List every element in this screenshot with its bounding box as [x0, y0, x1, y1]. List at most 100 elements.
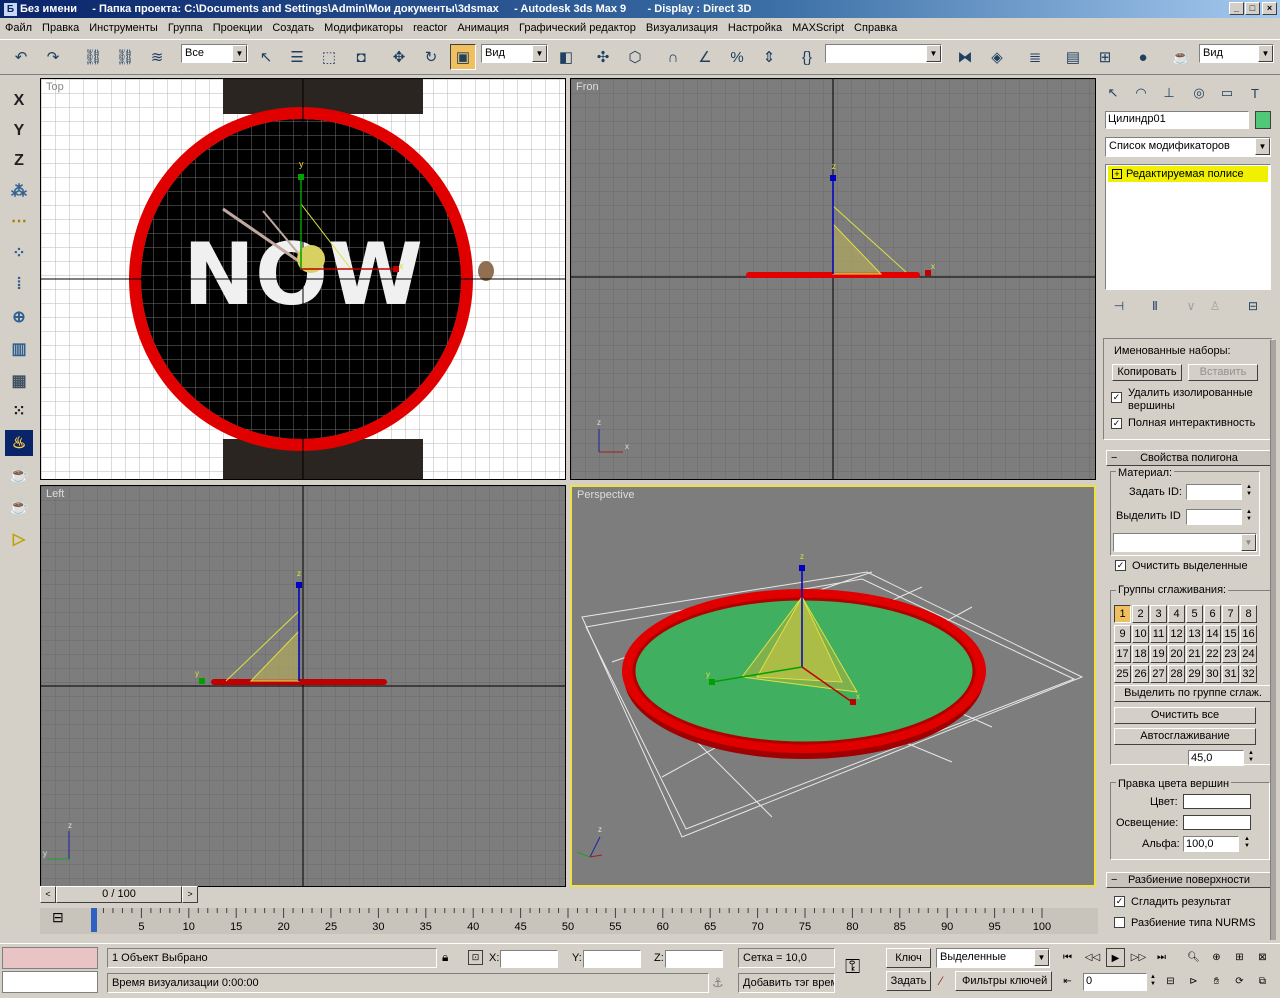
set-id-spinner[interactable]: ▲ ▼ — [1244, 484, 1254, 500]
subdivision-header[interactable]: − Разбиение поверхности — [1106, 872, 1272, 888]
viewport-perspective[interactable]: z y x z Perspective — [570, 485, 1096, 887]
curve-editor-icon[interactable]: ▤ — [1060, 44, 1086, 70]
align-icon[interactable]: ◈ — [984, 44, 1010, 70]
object-name-field[interactable]: Цилиндр01 — [1105, 111, 1249, 129]
hierarchy-icon[interactable]: ⊕ — [5, 304, 33, 330]
menu-edit[interactable]: Правка — [37, 22, 84, 34]
schematic-view-icon[interactable]: ⊞ — [1092, 44, 1118, 70]
smoothing-group-button[interactable]: 31 — [1222, 665, 1239, 683]
autosmooth-button[interactable]: Автосглаживание — [1114, 728, 1256, 745]
mirror-icon[interactable]: ⧓ — [952, 44, 978, 70]
material-editor-icon[interactable]: ● — [1130, 44, 1156, 70]
maximize-viewport-icon[interactable]: ⧉ — [1253, 972, 1272, 991]
command-panel-scrollbar[interactable] — [1270, 340, 1276, 940]
link-icon[interactable]: ⛓ — [80, 44, 106, 70]
render-type-dropdown[interactable]: Вид ▼ — [1199, 44, 1274, 63]
percent-snap-icon[interactable]: % — [724, 44, 750, 70]
smoothing-group-button[interactable]: 27 — [1150, 665, 1167, 683]
y-coord-field[interactable] — [583, 950, 641, 968]
modify-tab-icon[interactable]: ◠ — [1128, 80, 1154, 106]
named-selection-dropdown[interactable]: ▼ — [825, 44, 942, 63]
app-icon[interactable]: Б — [4, 2, 17, 16]
materials-icon[interactable]: ⁙ — [5, 398, 33, 424]
zoom-all-icon[interactable]: ⊕ — [1207, 948, 1226, 967]
smoothing-group-button[interactable]: 12 — [1168, 625, 1185, 643]
smoothing-group-button[interactable]: 32 — [1240, 665, 1257, 683]
smoothing-group-button[interactable]: 20 — [1168, 645, 1185, 663]
fov-icon[interactable]: ⊳ — [1184, 972, 1203, 991]
keyboard-shortcut-icon[interactable]: ⬡ — [622, 44, 648, 70]
time-slider[interactable]: 0 / 100 — [56, 886, 182, 903]
minimize-button[interactable]: _ — [1229, 2, 1244, 15]
vertex-color-swatch[interactable] — [1183, 794, 1251, 809]
smoothing-group-button[interactable]: 6 — [1204, 605, 1221, 623]
prev-frame-icon[interactable]: ◁◁ — [1083, 948, 1102, 967]
menu-customize[interactable]: Настройка — [723, 22, 787, 34]
smoothing-group-button[interactable]: 19 — [1150, 645, 1167, 663]
particles-icon[interactable]: ⁂ — [5, 178, 33, 204]
layer-manager-icon[interactable]: ≣ — [1022, 44, 1048, 70]
rotate-icon[interactable]: ↻ — [418, 44, 444, 70]
clear-all-button[interactable]: Очистить все — [1114, 707, 1256, 724]
pivot-center-icon[interactable]: ◧ — [553, 44, 579, 70]
smoothing-group-button[interactable]: 10 — [1132, 625, 1149, 643]
add-time-tag[interactable]: Добавить тэг врем — [738, 973, 835, 993]
fire-effect-icon[interactable]: ♨ — [5, 430, 33, 456]
smoothing-group-button[interactable]: 1 — [1114, 605, 1131, 623]
hierarchy-tab-icon[interactable]: ⊥ — [1156, 80, 1182, 106]
track-bar[interactable]: 0510152025303540455055606570758085909510… — [40, 908, 1098, 934]
zoom-extents-icon[interactable]: ⊞ — [1230, 948, 1249, 967]
autosmooth-spinner[interactable]: ▲ ▼ — [1246, 750, 1256, 766]
alpha-spinner[interactable]: ▲ ▼ — [1242, 836, 1252, 852]
maximize-button[interactable]: □ — [1245, 2, 1260, 15]
quick-render-icon[interactable]: ☕ — [5, 494, 33, 520]
paste-button[interactable]: Вставить — [1188, 364, 1258, 381]
menu-animation[interactable]: Анимация — [452, 22, 514, 34]
next-frame-icon[interactable]: ▷▷ — [1129, 948, 1148, 967]
smoothing-group-button[interactable]: 14 — [1204, 625, 1221, 643]
stack-item[interactable]: + Редактируемая полисе — [1108, 166, 1268, 182]
smoothing-group-button[interactable]: 9 — [1114, 625, 1131, 643]
pin-stack-icon[interactable]: ⊣ — [1106, 293, 1132, 319]
set-id-field[interactable] — [1186, 484, 1242, 500]
snapshot-icon[interactable]: ⁘ — [5, 240, 33, 266]
maxscript-listener-white[interactable] — [2, 971, 98, 993]
angle-snap-icon[interactable]: ∠ — [692, 44, 718, 70]
menu-reactor[interactable]: reactor — [408, 22, 452, 34]
unlink-icon[interactable]: ⛓ — [112, 44, 138, 70]
normal-align-icon[interactable]: ▥ — [5, 336, 33, 362]
smoothing-group-button[interactable]: 23 — [1222, 645, 1239, 663]
bind-space-warp-icon[interactable]: ≋ — [144, 44, 170, 70]
current-frame-field[interactable]: 0 — [1083, 973, 1147, 991]
track-bar-toggle-icon[interactable]: ⊟ — [52, 909, 64, 926]
viewport-label[interactable]: Top — [46, 81, 64, 93]
smoothing-group-button[interactable]: 26 — [1132, 665, 1149, 683]
nurms-checkbox[interactable] — [1114, 917, 1125, 928]
arc-rotate-icon[interactable]: ⟳ — [1230, 972, 1249, 991]
menu-tools[interactable]: Инструменты — [84, 22, 163, 34]
render-scene-icon[interactable]: ☕ — [1168, 44, 1194, 70]
maxscript-listener-pink[interactable] — [2, 947, 98, 969]
auto-key-button[interactable]: Ключ — [886, 948, 931, 968]
show-end-result-icon[interactable]: Ⅱ — [1142, 293, 1168, 319]
place-highlight-icon[interactable]: ▦ — [5, 368, 33, 394]
time-config-icon[interactable]: ⊟ — [1161, 972, 1180, 991]
viewport-left[interactable]: z y z y Left — [40, 485, 566, 887]
select-object-icon[interactable]: ↖ — [253, 44, 279, 70]
absolute-mode-icon[interactable]: ⊡ — [468, 950, 483, 965]
edit-named-selection-icon[interactable]: {} — [794, 44, 820, 70]
menu-views[interactable]: Проекции — [208, 22, 268, 34]
smoothing-group-button[interactable]: 30 — [1204, 665, 1221, 683]
poly-props-header[interactable]: − Свойства полигона — [1106, 450, 1272, 466]
time-slider-right-arrow[interactable]: > — [182, 886, 198, 903]
zoom-extents-all-icon[interactable]: ⊠ — [1253, 948, 1272, 967]
key-mode-toggle-icon[interactable]: ⇤ — [1058, 972, 1077, 991]
render-setup-icon[interactable]: ☕ — [5, 462, 33, 488]
window-crossing-icon[interactable]: ◘ — [348, 44, 374, 70]
key-filters-button[interactable]: Фильтры ключей — [955, 971, 1052, 991]
smoothing-group-button[interactable]: 8 — [1240, 605, 1257, 623]
pan-hand-icon[interactable]: ✋︎ — [1207, 972, 1226, 991]
rect-selection-icon[interactable]: ⬚ — [316, 44, 342, 70]
material-name-dropdown[interactable]: ▼ — [1113, 533, 1257, 552]
time-slider-left-arrow[interactable]: < — [40, 886, 56, 903]
